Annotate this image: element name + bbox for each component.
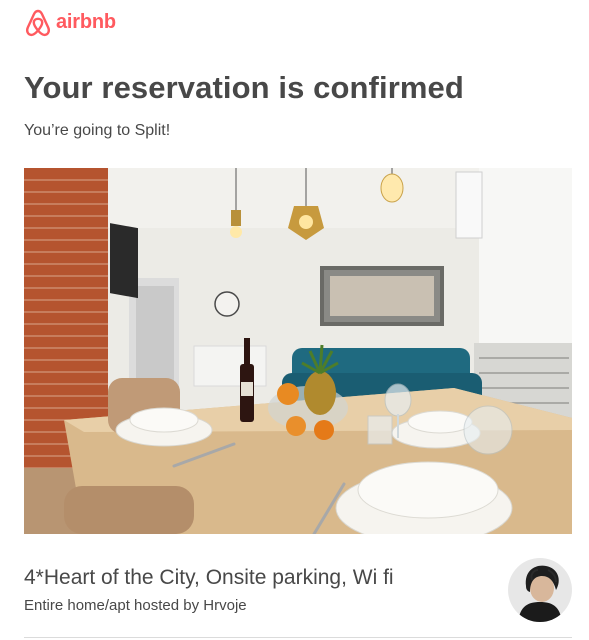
confirmation-title: Your reservation is confirmed — [24, 70, 464, 105]
listing-photo[interactable] — [24, 168, 572, 534]
section-divider — [24, 637, 572, 638]
destination-subtitle: You’re going to Split! — [24, 122, 171, 139]
airbnb-belo-icon — [24, 8, 52, 38]
email-page: airbnb Your reservation is confirmed You… — [0, 0, 589, 640]
host-avatar[interactable] — [508, 558, 572, 622]
listing-host-info: Entire home/apt hosted by Hrvoje — [24, 597, 247, 614]
airbnb-logo[interactable]: airbnb — [24, 8, 116, 38]
airbnb-wordmark: airbnb — [56, 10, 116, 33]
listing-title[interactable]: 4*Heart of the City, Onsite parking, Wi … — [24, 566, 394, 590]
